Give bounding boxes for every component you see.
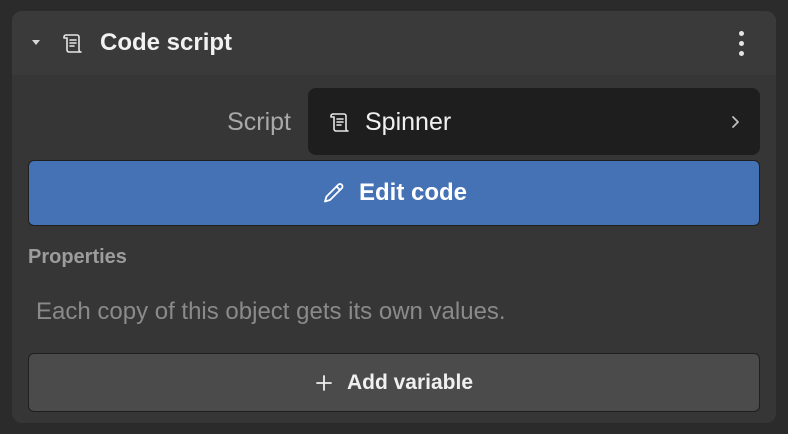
- edit-code-label: Edit code: [358, 179, 467, 206]
- script-scroll-icon: [330, 113, 349, 132]
- script-value: Spinner: [365, 108, 452, 136]
- panel-header[interactable]: Code script: [12, 11, 776, 75]
- add-variable-button[interactable]: Add variable: [28, 353, 760, 412]
- add-variable-label: Add variable: [346, 370, 474, 394]
- properties-description: Each copy of this object gets its own va…: [36, 298, 506, 325]
- script-select-field[interactable]: Spinner: [308, 88, 760, 155]
- chevron-right-icon: [732, 116, 739, 128]
- add-variable-button-content: Add variable: [29, 354, 759, 411]
- more-vertical-icon: [739, 31, 744, 36]
- edit-code-button-content: Edit code: [29, 161, 759, 225]
- component-title: Code script: [100, 29, 233, 56]
- code-script-panel: Code script Script Spinner Edit code Pro…: [12, 11, 776, 423]
- script-scroll-icon: [63, 34, 82, 53]
- pencil-icon: [324, 183, 344, 203]
- properties-heading: Properties: [28, 246, 127, 268]
- caret-down-icon[interactable]: [32, 40, 40, 45]
- plus-icon: [316, 374, 332, 391]
- more-vertical-icon-dot: [739, 41, 744, 46]
- more-vertical-icon-dot: [739, 51, 744, 56]
- more-menu-button[interactable]: [728, 27, 754, 59]
- edit-code-button[interactable]: Edit code: [28, 160, 760, 226]
- script-label: Script: [227, 108, 291, 136]
